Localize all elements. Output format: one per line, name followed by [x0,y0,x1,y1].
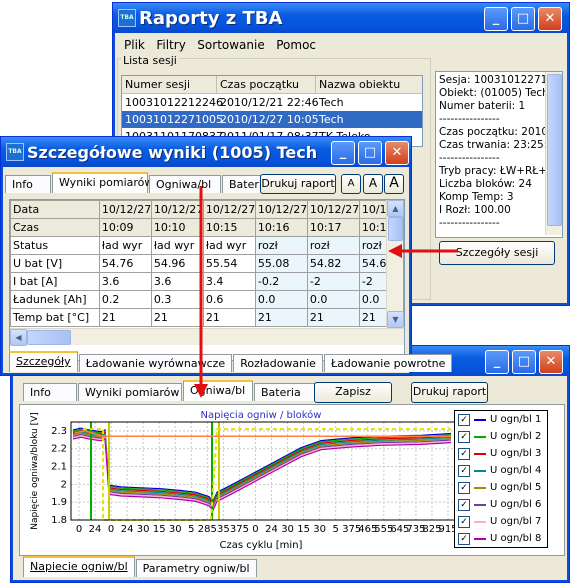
annotation-layer [194,186,458,398]
annotation-arrowhead [194,384,208,398]
annotation-arrowhead [388,244,402,258]
